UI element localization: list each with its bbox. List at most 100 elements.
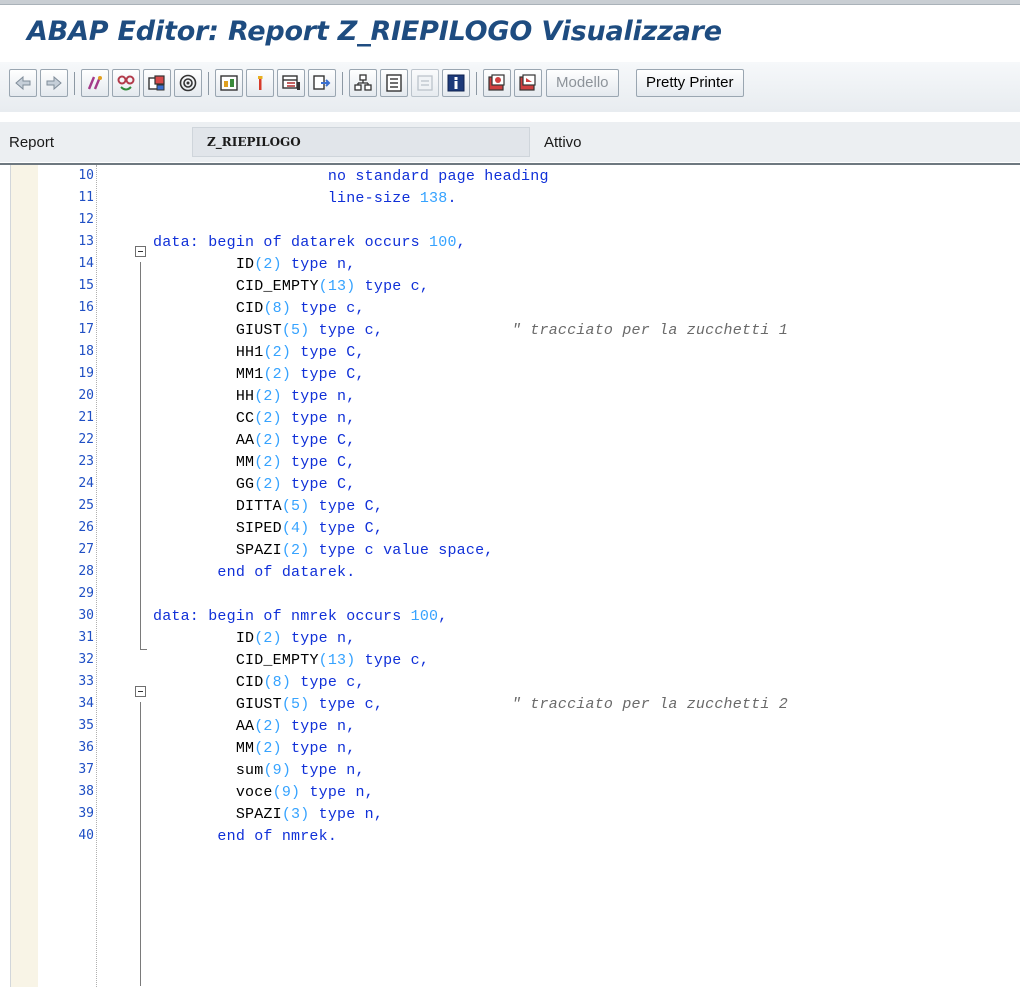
code-line[interactable]: 33 CID(8) type c, (0, 671, 1020, 693)
back-arrow-icon[interactable] (9, 69, 37, 97)
where-used-icon[interactable] (174, 69, 202, 97)
line-number: 36 (78, 740, 94, 755)
display-object-icon[interactable] (277, 69, 305, 97)
navigate-icon[interactable] (215, 69, 243, 97)
other-object-icon[interactable] (112, 69, 140, 97)
toolbar-separator (74, 72, 75, 95)
code-line[interactable]: 39 SPAZI(3) type n, (0, 803, 1020, 825)
code-token: MM1 (235, 366, 264, 383)
code-text: HH(2) type n, (153, 388, 355, 405)
code-token: type n, (281, 740, 356, 757)
line-number: 17 (78, 322, 94, 337)
fold-toggle-icon[interactable] (135, 686, 146, 697)
code-line[interactable]: 31 ID(2) type n, (0, 627, 1020, 649)
code-line[interactable]: 29 (0, 583, 1020, 605)
code-line[interactable]: 32 CID_EMPTY(13) type c, (0, 649, 1020, 671)
code-line[interactable]: 38 voce(9) type n, (0, 781, 1020, 803)
code-token: SPAZI (235, 806, 282, 823)
code-line[interactable]: 22 AA(2) type C, (0, 429, 1020, 451)
help-icon[interactable] (442, 69, 470, 97)
code-line[interactable]: 26 SIPED(4) type C, (0, 517, 1020, 539)
object-list-icon[interactable] (246, 69, 274, 97)
code-line[interactable]: 34 GIUST(5) type c, " tracciato per la z… (0, 693, 1020, 715)
code-token: MM (235, 740, 255, 757)
forward-arrow-icon[interactable] (40, 69, 68, 97)
bookmark-icon[interactable] (380, 69, 408, 97)
code-token: sum (235, 762, 264, 779)
code-token: (2) (254, 256, 282, 273)
code-token: voce (235, 784, 273, 801)
debug-icon[interactable] (483, 69, 511, 97)
code-line[interactable]: 18 HH1(2) type C, (0, 341, 1020, 363)
line-number: 19 (78, 366, 94, 381)
line-number: 26 (78, 520, 94, 535)
code-text: MM(2) type C, (153, 454, 355, 471)
code-token: (5) (281, 696, 310, 713)
report-field-row: Report Z_RIEPILOGO Attivo (0, 122, 1020, 162)
code-line[interactable]: 27 SPAZI(2) type c value space, (0, 539, 1020, 561)
line-number: 11 (78, 190, 94, 205)
code-line[interactable]: 21 CC(2) type n, (0, 407, 1020, 429)
code-line[interactable]: 36 MM(2) type n, (0, 737, 1020, 759)
code-line[interactable]: 20 HH(2) type n, (0, 385, 1020, 407)
code-line[interactable]: 19 MM1(2) type C, (0, 363, 1020, 385)
code-token: 100 (429, 234, 457, 251)
code-line[interactable]: 14 ID(2) type n, (0, 253, 1020, 275)
toggle-display-change-icon[interactable] (81, 69, 109, 97)
code-line[interactable]: 15 CID_EMPTY(13) type c, (0, 275, 1020, 297)
line-number: 31 (78, 630, 94, 645)
test-icon[interactable] (411, 69, 439, 97)
code-text: MM1(2) type C, (153, 366, 365, 383)
fold-toggle-icon[interactable] (135, 246, 146, 257)
code-token: type n, (281, 410, 356, 427)
line-number: 35 (78, 718, 94, 733)
code-token: CC (235, 410, 255, 427)
report-name-field[interactable]: Z_RIEPILOGO (192, 127, 530, 157)
code-line[interactable]: 24 GG(2) type C, (0, 473, 1020, 495)
code-line[interactable]: 35 AA(2) type n, (0, 715, 1020, 737)
code-token: type C, (291, 344, 365, 361)
code-line[interactable]: 17 GIUST(5) type c, " tracciato per la z… (0, 319, 1020, 341)
code-line[interactable]: 25 DITTA(5) type C, (0, 495, 1020, 517)
code-token: MM (235, 454, 255, 471)
code-token: data: begin of datarek occurs (153, 234, 430, 251)
toolbar-separator (476, 72, 477, 95)
code-token: end of datarek. (217, 564, 356, 581)
code-line[interactable]: 16 CID(8) type c, (0, 297, 1020, 319)
line-number: 25 (78, 498, 94, 513)
code-line[interactable]: 30 data: begin of nmrek occurs 100, (0, 605, 1020, 627)
code-line[interactable]: 13 data: begin of datarek occurs 100, (0, 231, 1020, 253)
code-token: type C, (281, 432, 356, 449)
code-line[interactable]: 28 end of datarek. (0, 561, 1020, 583)
pretty-printer-button[interactable]: Pretty Printer (636, 69, 744, 97)
code-line[interactable]: 37 sum(9) type n, (0, 759, 1020, 781)
code-line[interactable]: 40 end of nmrek. (0, 825, 1020, 847)
code-text: SPAZI(3) type n, (153, 806, 383, 823)
code-comment: " tracciato per la zucchetti 2 (383, 696, 788, 713)
session-debug-icon[interactable] (514, 69, 542, 97)
code-text: DITTA(5) type C, (153, 498, 383, 515)
report-status: Attivo (544, 134, 582, 151)
insert-statement-icon[interactable] (308, 69, 336, 97)
code-text: SIPED(4) type C, (153, 520, 383, 537)
code-token: . (447, 190, 457, 207)
line-number: 15 (78, 278, 94, 293)
breakpoint-icon[interactable] (349, 69, 377, 97)
toolbar-separator (342, 72, 343, 95)
code-text: MM(2) type n, (153, 740, 355, 757)
code-line[interactable]: 10 no standard page heading (0, 165, 1020, 187)
code-line[interactable]: 11 line-size 138. (0, 187, 1020, 209)
code-line[interactable]: 12 (0, 209, 1020, 231)
code-text: voce(9) type n, (153, 784, 374, 801)
activate-icon[interactable] (143, 69, 171, 97)
code-editor[interactable]: 10 no standard page heading 11 line-size … (0, 163, 1020, 987)
modello-button[interactable]: Modello (546, 69, 619, 97)
code-line[interactable]: 23 MM(2) type C, (0, 451, 1020, 473)
code-token: , (456, 234, 466, 251)
